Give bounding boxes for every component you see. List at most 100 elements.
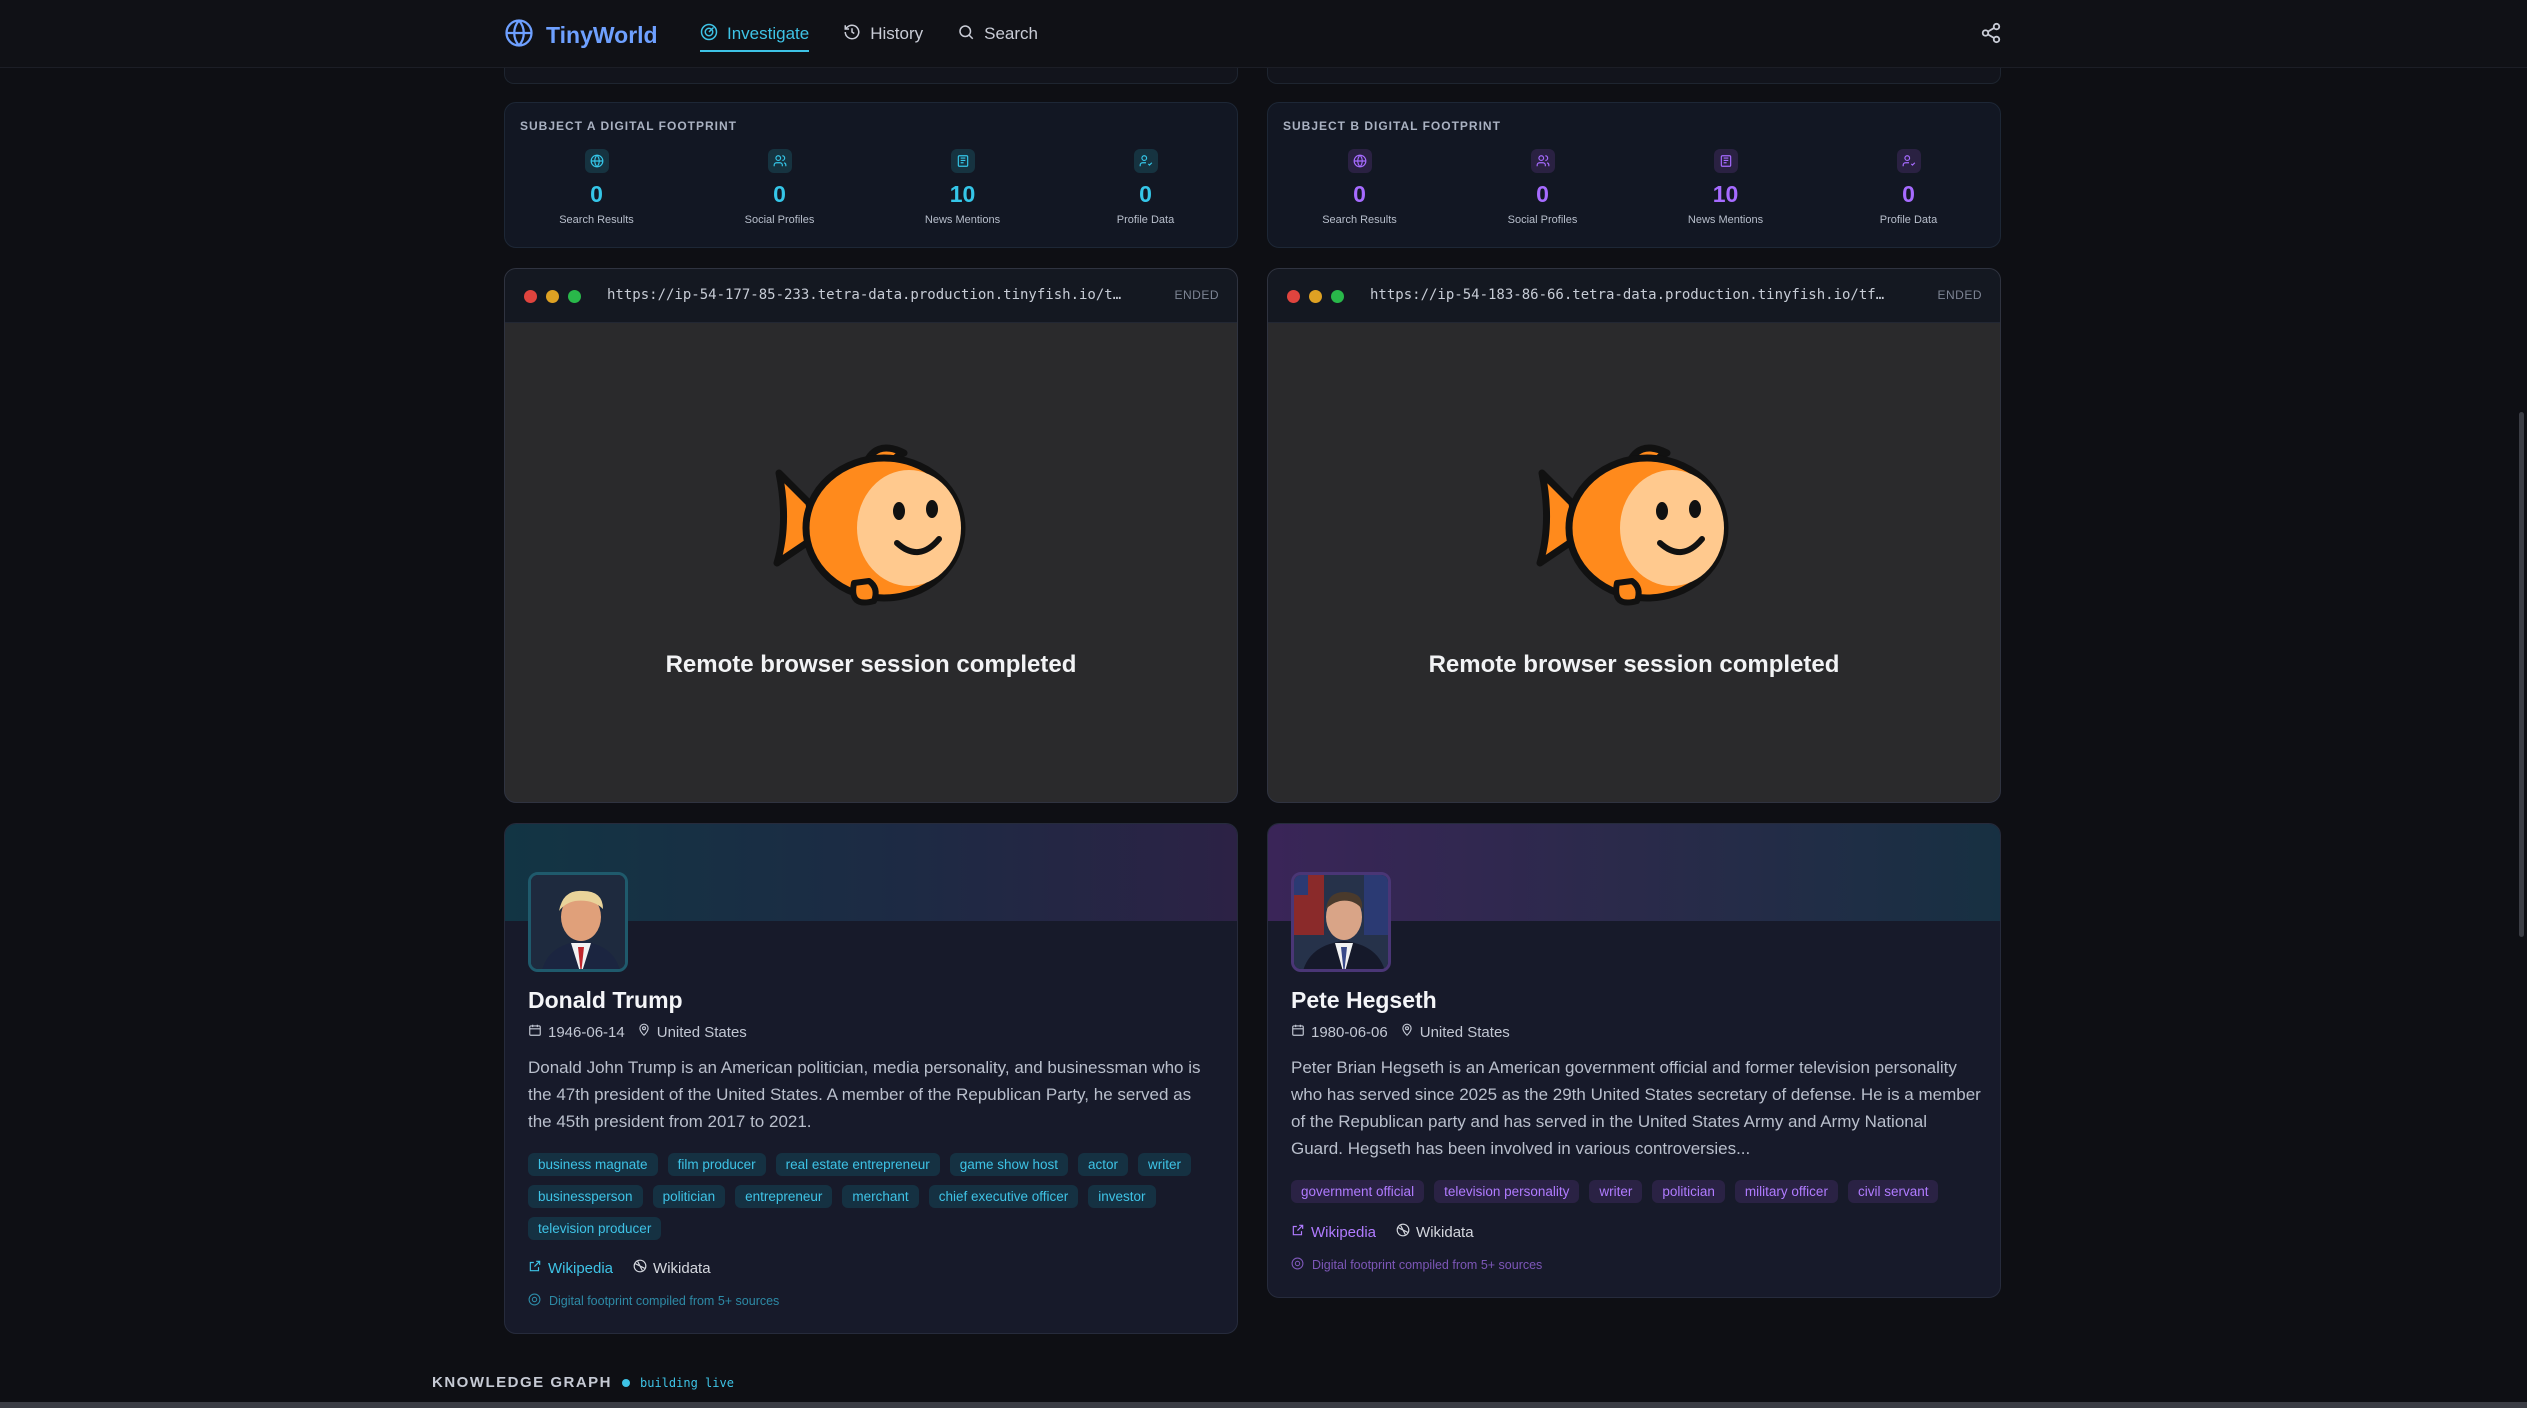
nav-history[interactable]: History (843, 0, 923, 68)
user-check-icon (1896, 149, 1921, 173)
tag[interactable]: businessperson (528, 1185, 643, 1208)
tag[interactable]: government official (1291, 1180, 1425, 1203)
tag[interactable]: writer (1589, 1180, 1643, 1203)
profile-links: Wikipedia Wikidata (1291, 1223, 1474, 1241)
stat-social-profiles: 0 Social Profiles (688, 149, 871, 226)
stat-profile-data: 0 Profile Data (1817, 149, 2000, 226)
stat-profile-data: 0 Profile Data (1054, 149, 1237, 226)
tag[interactable]: politician (1652, 1180, 1725, 1203)
profile-meta: 1946-06-14 United States (528, 1023, 747, 1041)
globe-outline-icon (633, 1259, 647, 1277)
tag[interactable]: politician (652, 1185, 726, 1208)
previous-card-b (1267, 68, 2001, 84)
browser-toolbar: https://ip-54-183-86-66.tetra-data.produ… (1268, 269, 2000, 323)
wikidata-link[interactable]: Wikidata (633, 1259, 711, 1277)
main-nav: Investigate History Search (700, 0, 1038, 68)
knowledge-graph-status: building live (640, 1375, 734, 1390)
sources-icon (528, 1293, 541, 1309)
previous-card-a (504, 68, 1238, 84)
tag[interactable]: actor (1078, 1153, 1129, 1176)
profile-footnote: Digital footprint compiled from 5+ sourc… (528, 1293, 779, 1309)
tag[interactable]: television personality (1434, 1180, 1580, 1203)
calendar-icon (528, 1023, 542, 1041)
top-navigation-bar: TinyWorld Investigate History Search (0, 0, 2527, 68)
tag[interactable]: game show host (949, 1153, 1069, 1176)
stat-value: 0 (1353, 181, 1366, 207)
stat-label: Social Profiles (744, 214, 815, 226)
map-pin-icon (637, 1023, 651, 1041)
subject-b-profile-card: Pete Hegseth 1980-06-06 United States Pe… (1267, 823, 2001, 1298)
birth-date: 1946-06-14 (548, 1023, 625, 1041)
stat-value: 0 (1139, 181, 1152, 207)
tag[interactable]: film producer (667, 1153, 766, 1176)
country: United States (1419, 1023, 1510, 1041)
radar-icon (700, 23, 718, 46)
share-icon[interactable] (1980, 22, 2002, 49)
subject-b-footprint-card: SUBJECT B DIGITAL FOOTPRINT 0 Search Res… (1267, 102, 2001, 248)
nav-investigate[interactable]: Investigate (700, 0, 810, 68)
browser-url[interactable]: https://ip-54-183-86-66.tetra-data.produ… (1370, 287, 1902, 303)
profile-bio: Donald John Trump is an American politic… (528, 1058, 1201, 1131)
stat-label: Search Results (559, 214, 634, 226)
stat-value: 0 (1536, 181, 1549, 207)
goldfish-mascot-icon (1532, 433, 1732, 618)
newspaper-icon (950, 149, 975, 173)
wikidata-label: Wikidata (1416, 1223, 1474, 1241)
footnote-text: Digital footprint compiled from 5+ sourc… (1312, 1258, 1543, 1272)
page-scrollbar[interactable] (2519, 412, 2524, 937)
footprint-title: SUBJECT A DIGITAL FOOTPRINT (520, 119, 738, 133)
globe-logo-icon (504, 18, 534, 53)
tag[interactable]: military officer (1734, 1180, 1838, 1203)
users-icon (767, 149, 792, 173)
calendar-icon (1291, 1023, 1305, 1041)
tag[interactable]: business magnate (528, 1153, 658, 1176)
profile-tags: government official television personali… (1291, 1180, 1981, 1203)
goldfish-mascot-icon (769, 433, 969, 618)
globe-icon (584, 149, 609, 173)
app-name: TinyWorld (546, 22, 658, 48)
stat-label: Search Results (1322, 214, 1397, 226)
stat-label: News Mentions (924, 214, 1001, 226)
map-pin-icon (1400, 1023, 1414, 1041)
wikidata-link[interactable]: Wikidata (1396, 1223, 1474, 1241)
history-icon (843, 23, 861, 46)
sources-icon (1291, 1257, 1304, 1273)
maximize-dot-icon (568, 290, 581, 303)
brand[interactable]: TinyWorld (504, 18, 658, 53)
browser-url[interactable]: https://ip-54-177-85-233.tetra-data.prod… (607, 287, 1139, 303)
subject-a-remote-browser: https://ip-54-177-85-233.tetra-data.prod… (504, 268, 1238, 803)
external-link-icon (1291, 1223, 1305, 1241)
stat-search-results: 0 Search Results (505, 149, 688, 226)
nav-history-label: History (870, 24, 924, 43)
stat-news-mentions: 10 News Mentions (871, 149, 1054, 226)
nav-search[interactable]: Search (957, 0, 1038, 68)
stat-value: 10 (949, 181, 976, 207)
profile-meta: 1980-06-06 United States (1291, 1023, 1510, 1041)
wikipedia-link[interactable]: Wikipedia (528, 1259, 613, 1277)
search-icon (957, 23, 975, 46)
tag[interactable]: chief executive officer (928, 1185, 1079, 1208)
avatar (528, 872, 628, 972)
tag[interactable]: civil servant (1847, 1180, 1939, 1203)
wikipedia-link[interactable]: Wikipedia (1291, 1223, 1376, 1241)
stat-label: Social Profiles (1507, 214, 1578, 226)
session-completed-message: Remote browser session completed (665, 651, 1077, 678)
tag[interactable]: entrepreneur (735, 1185, 833, 1208)
tag[interactable]: merchant (842, 1185, 919, 1208)
footnote-text: Digital footprint compiled from 5+ sourc… (549, 1294, 780, 1308)
horizontal-scrollbar[interactable] (0, 1402, 2527, 1408)
close-dot-icon (1287, 290, 1300, 303)
stat-value: 0 (1902, 181, 1915, 207)
stat-search-results: 0 Search Results (1268, 149, 1451, 226)
tag[interactable]: television producer (528, 1217, 662, 1240)
stat-label: Profile Data (1116, 214, 1175, 226)
tag[interactable]: investor (1088, 1185, 1156, 1208)
tag[interactable]: writer (1138, 1153, 1192, 1176)
close-dot-icon (524, 290, 537, 303)
avatar (1291, 872, 1391, 972)
profile-name: Pete Hegseth (1291, 987, 1437, 1013)
live-status-dot (622, 1378, 630, 1387)
tag[interactable]: real estate entrepreneur (775, 1153, 940, 1176)
birth-date: 1980-06-06 (1311, 1023, 1388, 1041)
stat-label: News Mentions (1687, 214, 1764, 226)
